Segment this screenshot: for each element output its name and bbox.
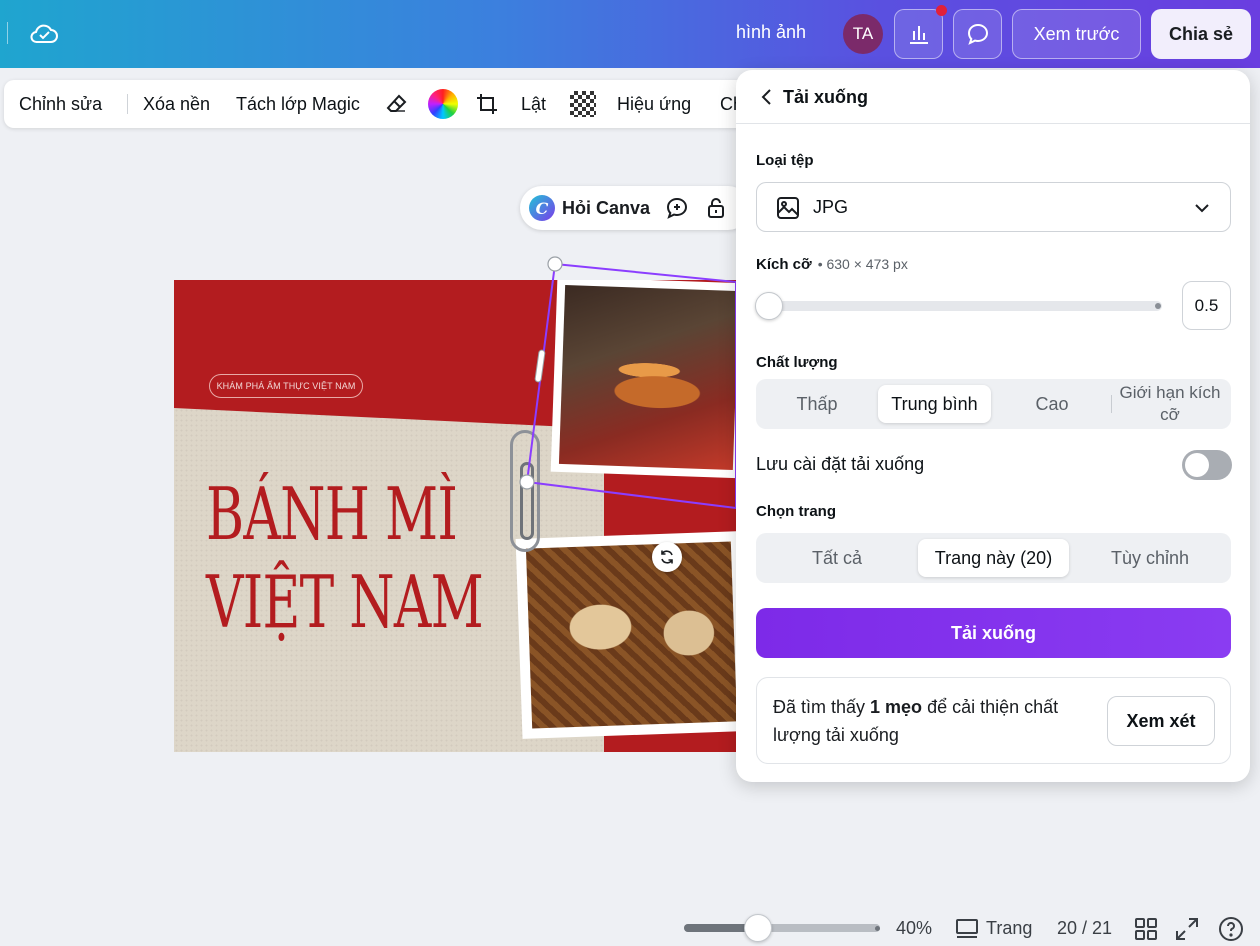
flip-button[interactable]: Lật (521, 94, 546, 115)
file-type-value: JPG (813, 197, 849, 217)
magic-layers-button[interactable]: Tách lớp Magic (236, 94, 360, 115)
remove-background-button[interactable]: Xóa nền (143, 94, 210, 115)
edit-button[interactable]: Chỉnh sửa (19, 94, 102, 115)
divider (7, 22, 8, 44)
design-title-line2: VIỆT NAM (206, 560, 484, 644)
size-label-text: Kích cỡ (756, 256, 812, 273)
resize-handle-top-left[interactable] (547, 256, 563, 272)
download-panel: Tải xuống Loại tệp JPG Kích cỡ • 630 × 47… (736, 70, 1250, 782)
toolbar-divider (127, 94, 128, 114)
quality-option-low[interactable]: Thấp (762, 385, 872, 423)
pages-label: Chọn trang (756, 503, 836, 520)
paper-clip-inner (520, 462, 534, 540)
comments-button[interactable] (953, 9, 1002, 59)
ask-canva-pill: C Hỏi Canva (520, 186, 750, 230)
size-slider-track[interactable] (768, 301, 1162, 311)
panel-title: Tải xuống (783, 87, 868, 107)
file-type-label: Loại tệp (756, 152, 814, 169)
file-type-select[interactable]: JPG (756, 182, 1231, 232)
quality-label: Chất lượng (756, 354, 838, 371)
help-icon[interactable] (1218, 916, 1244, 942)
top-bar: hình ảnh TA Xem trước Chia sẻ (0, 0, 1260, 68)
segment-divider (1111, 395, 1112, 413)
avatar[interactable]: TA (843, 14, 883, 54)
back-arrow-icon[interactable] (756, 86, 778, 108)
design-title[interactable]: BÁNH MÌ VIỆT NAM (206, 470, 484, 646)
save-settings-label: Lưu cài đặt tải xuống (756, 454, 925, 474)
review-tip-button[interactable]: Xem xét (1107, 696, 1215, 746)
quality-option-size-limit[interactable]: Giới hạn kích cỡ (1114, 383, 1226, 424)
size-label: Kích cỡ • 630 × 473 px (756, 256, 908, 273)
banh-mi-basket-image (525, 541, 736, 729)
bar-chart-icon (909, 26, 928, 44)
fullscreen-icon[interactable] (1174, 916, 1200, 942)
effects-button[interactable]: Hiệu ứng (617, 94, 691, 115)
ask-canva-button[interactable]: Hỏi Canva (562, 198, 650, 219)
quality-segmented-control: Thấp Trung bình Cao Giới hạn kích cỡ (756, 379, 1231, 429)
notification-dot (936, 5, 947, 16)
download-tip-card: Đã tìm thấy 1 mẹo để cải thiện chất lượn… (756, 677, 1231, 764)
rotate-handle[interactable] (652, 542, 682, 572)
quality-option-medium[interactable]: Trung bình (878, 385, 991, 423)
design-type-label: hình ảnh (736, 22, 807, 42)
canva-logo-icon: C (529, 195, 555, 221)
banh-mi-photo-bottom[interactable] (515, 531, 736, 739)
design-tag: KHÁM PHÁ ẨM THỰC VIỆT NAM (209, 374, 363, 398)
chevron-down-icon (1195, 204, 1209, 213)
pages-option-this-page[interactable]: Trang này (20) (918, 539, 1069, 577)
pages-button[interactable]: Trang (986, 918, 1032, 939)
pages-icon[interactable] (954, 916, 980, 942)
rotate-icon (661, 550, 673, 564)
share-button[interactable]: Chia sẻ (1151, 9, 1251, 59)
image-icon (777, 197, 799, 219)
zoom-percentage[interactable]: 40% (896, 918, 932, 939)
eraser-icon[interactable] (384, 91, 410, 117)
toggle-knob (1185, 453, 1209, 477)
save-settings-toggle[interactable] (1182, 450, 1232, 480)
quality-option-high[interactable]: Cao (997, 385, 1107, 423)
tip-bold: 1 mẹo (870, 697, 923, 717)
size-slider-thumb[interactable] (755, 292, 783, 320)
size-multiplier-input[interactable]: 0.5 (1182, 281, 1231, 330)
tip-text: Đã tìm thấy 1 mẹo để cải thiện chất lượn… (773, 693, 1093, 749)
pages-segmented-control: Tất cả Trang này (20) Tùy chỉnh (756, 533, 1231, 583)
design-title-line1: BÁNH MÌ (206, 472, 458, 556)
image-toolbar: Chỉnh sửa Xóa nền Tách lớp Magic Lật Hiệ… (4, 80, 804, 128)
zoom-slider-end (875, 926, 880, 931)
color-picker-icon[interactable] (428, 89, 458, 119)
add-comment-icon[interactable] (664, 195, 690, 221)
transparency-icon[interactable] (570, 91, 596, 117)
download-button[interactable]: Tải xuống (756, 608, 1231, 658)
size-value: • 630 × 473 px (817, 256, 908, 272)
pages-option-all[interactable]: Tất cả (762, 539, 912, 577)
size-slider-end (1155, 303, 1161, 309)
crop-icon[interactable] (474, 91, 500, 117)
lock-icon[interactable] (703, 195, 729, 221)
banh-mi-image (558, 285, 736, 470)
comment-icon (967, 23, 988, 45)
panel-header: Tải xuống (736, 70, 1250, 124)
grid-view-icon[interactable] (1133, 916, 1159, 942)
design-page[interactable]: KHÁM PHÁ ẨM THỰC VIỆT NAM BÁNH MÌ VIỆT N… (174, 280, 736, 752)
insights-button[interactable] (894, 9, 943, 59)
pages-option-custom[interactable]: Tùy chỉnh (1075, 539, 1225, 577)
preview-button[interactable]: Xem trước (1012, 9, 1141, 59)
banh-mi-photo-top[interactable] (550, 280, 736, 479)
page-counter[interactable]: 20 / 21 (1057, 918, 1112, 939)
tip-prefix: Đã tìm thấy (773, 697, 871, 717)
zoom-slider-thumb[interactable] (744, 914, 772, 942)
cloud-saved-icon[interactable] (28, 18, 60, 50)
